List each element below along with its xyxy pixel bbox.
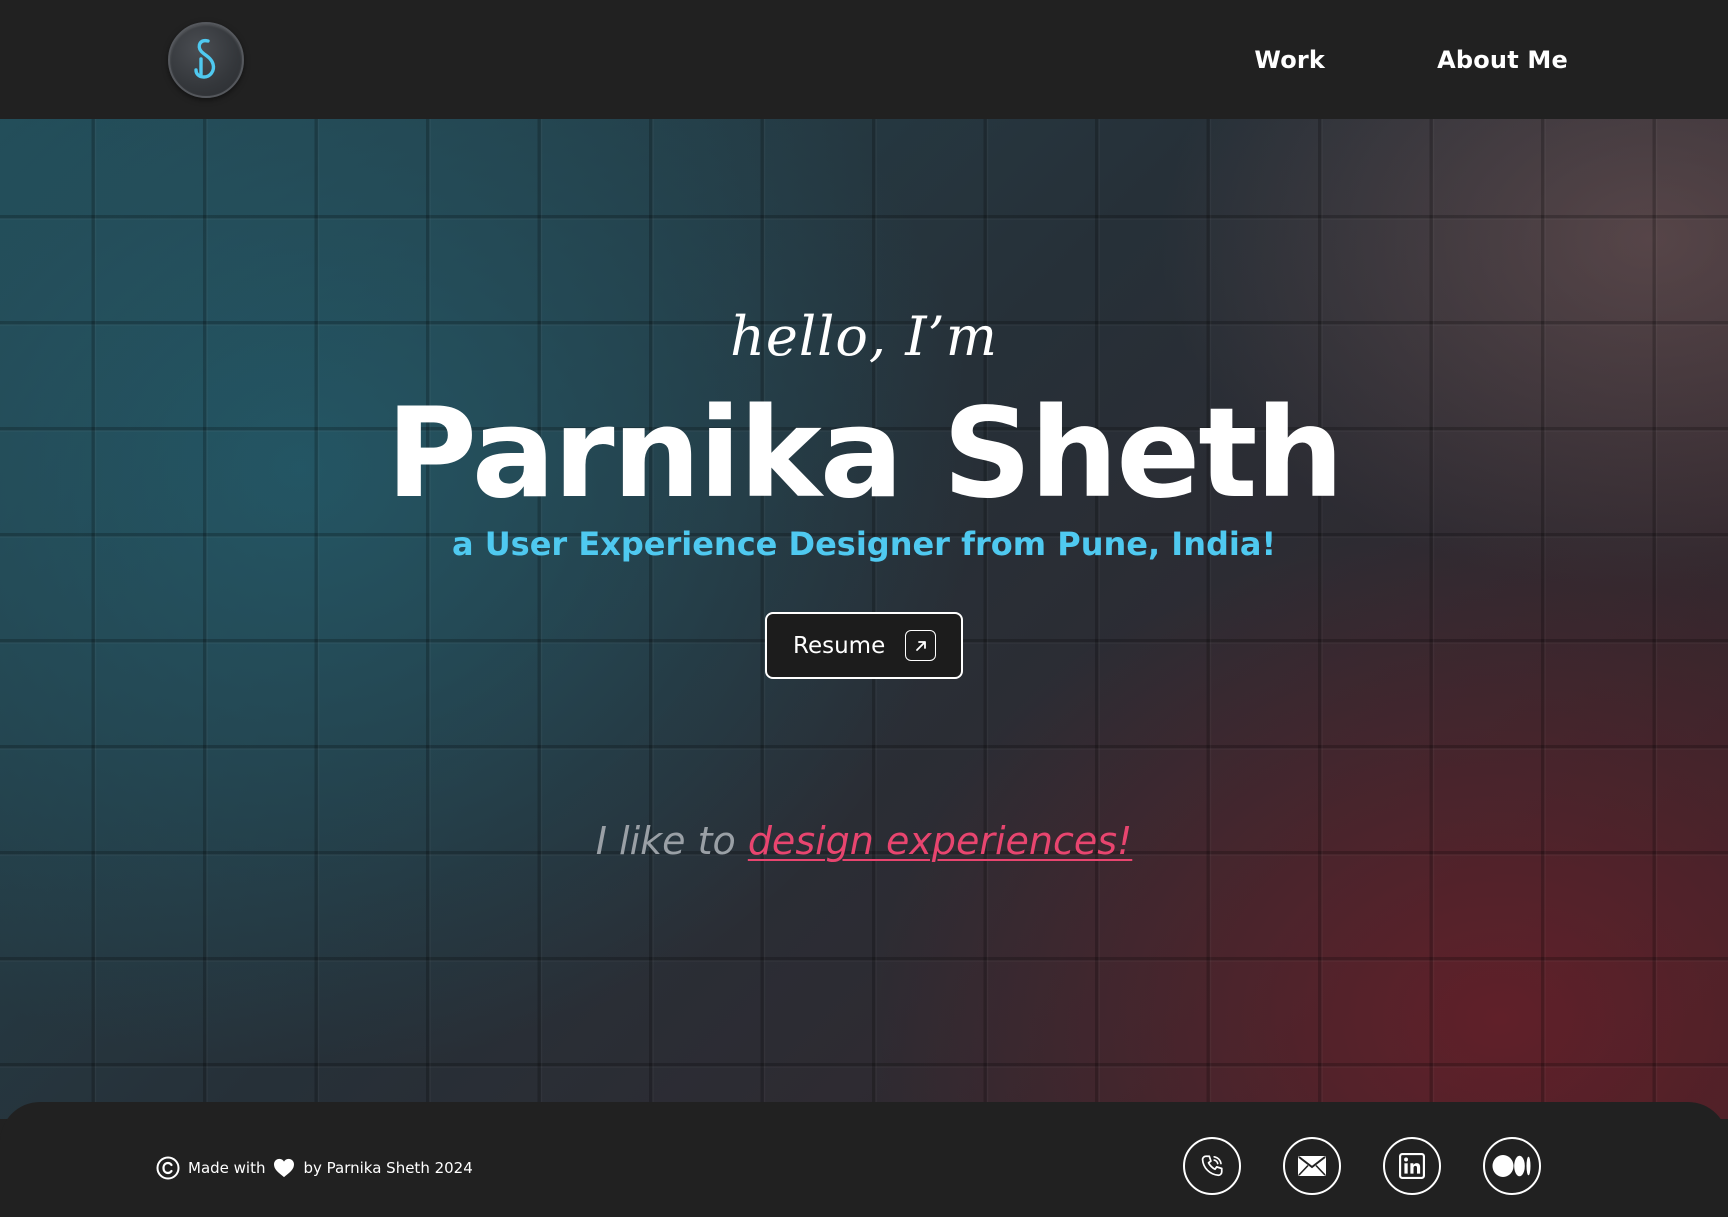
site-footer: Made with by Parnika Sheth 2024 — [0, 1102, 1728, 1217]
mail-icon — [1298, 1156, 1326, 1176]
phone-link[interactable] — [1183, 1137, 1241, 1195]
email-link[interactable] — [1283, 1137, 1341, 1195]
copyright-icon — [156, 1156, 180, 1180]
like-prefix: I like to — [595, 819, 748, 863]
by-line-text: by Parnika Sheth 2024 — [303, 1159, 473, 1177]
resume-button-label: Resume — [793, 632, 886, 659]
hero-tagline: a User Experience Designer from Pune, In… — [451, 525, 1277, 563]
made-with-text: Made with — [188, 1159, 266, 1177]
linkedin-link[interactable] — [1383, 1137, 1441, 1195]
greeting-text: hello, I’m — [730, 305, 998, 368]
nav-about-me-link[interactable]: About Me — [1437, 42, 1568, 78]
medium-icon — [1492, 1155, 1531, 1177]
like-statement: I like to design experiences! — [0, 819, 1728, 863]
hero-section: hello, I’m Parnika Sheth a User Experien… — [0, 119, 1728, 1119]
social-links — [1183, 1137, 1541, 1195]
external-link-icon — [905, 630, 937, 661]
logo-icon[interactable] — [168, 22, 244, 98]
resume-button[interactable]: Resume — [765, 612, 963, 679]
like-highlight: design experiences! — [747, 819, 1133, 863]
hero-name: Parnika Sheth — [386, 382, 1344, 526]
phone-icon — [1201, 1155, 1223, 1177]
heart-icon — [274, 1158, 295, 1178]
main-nav: Work About Me — [1254, 42, 1568, 78]
medium-link[interactable] — [1483, 1137, 1541, 1195]
footer-credit: Made with by Parnika Sheth 2024 — [156, 1156, 473, 1180]
nav-work-link[interactable]: Work — [1254, 42, 1325, 78]
site-header: Work About Me — [0, 0, 1728, 119]
linkedin-icon — [1399, 1153, 1425, 1179]
